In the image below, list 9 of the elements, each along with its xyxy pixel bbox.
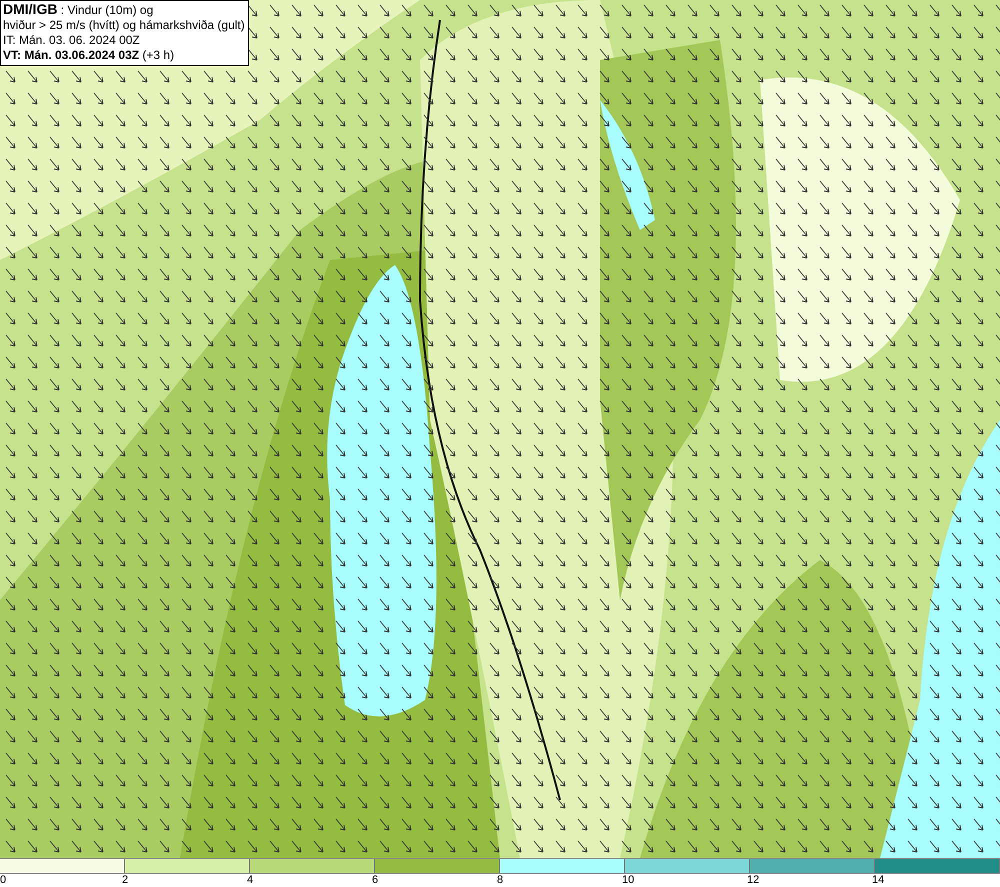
info-box: DMI/IGB : Vindur (10m) og hviður > 25 m/s (hvítt) og hámarkshviða (gult) IT: Mán. 03. 06. 2024 00Z VT: Mán. 03.06.2024 03Z (+3 h) — [0, 0, 249, 66]
legend-label: 6 — [372, 874, 378, 887]
legend-label: 12 — [747, 874, 760, 887]
legend-label: 4 — [247, 874, 254, 887]
legend-label: 0 — [0, 874, 6, 887]
legend-label: 10 — [622, 874, 634, 887]
legend-label: 14 — [872, 874, 884, 887]
legend-label: 2 — [122, 874, 128, 887]
legend-label: 8 — [497, 874, 504, 887]
